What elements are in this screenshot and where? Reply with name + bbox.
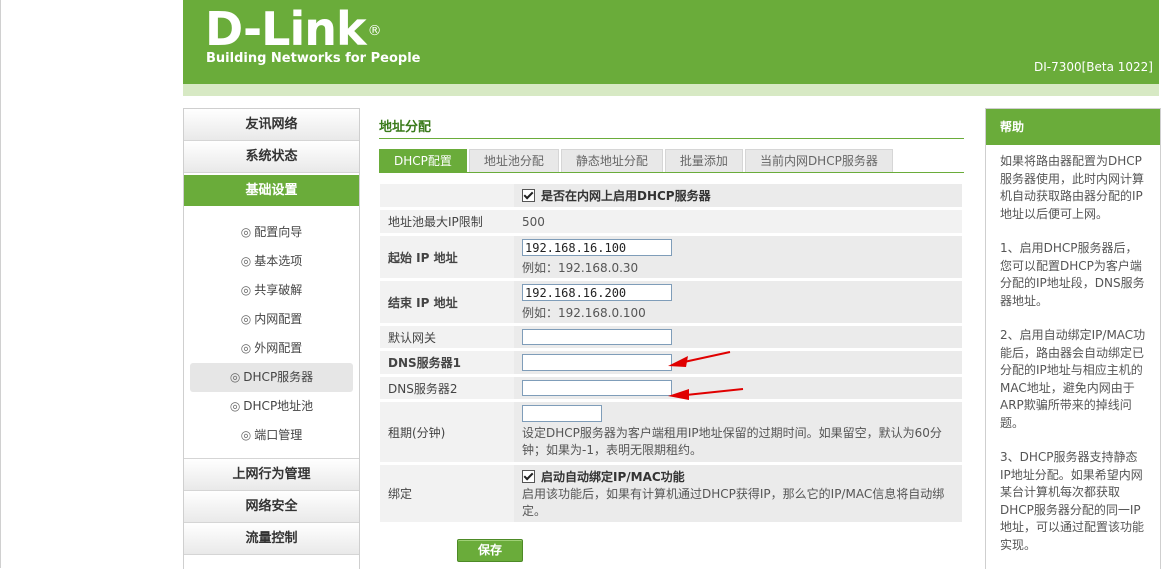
red-arrow-dns1 [668,351,731,367]
annotation-arrows [668,351,744,400]
red-arrow-dns2 [668,388,744,400]
